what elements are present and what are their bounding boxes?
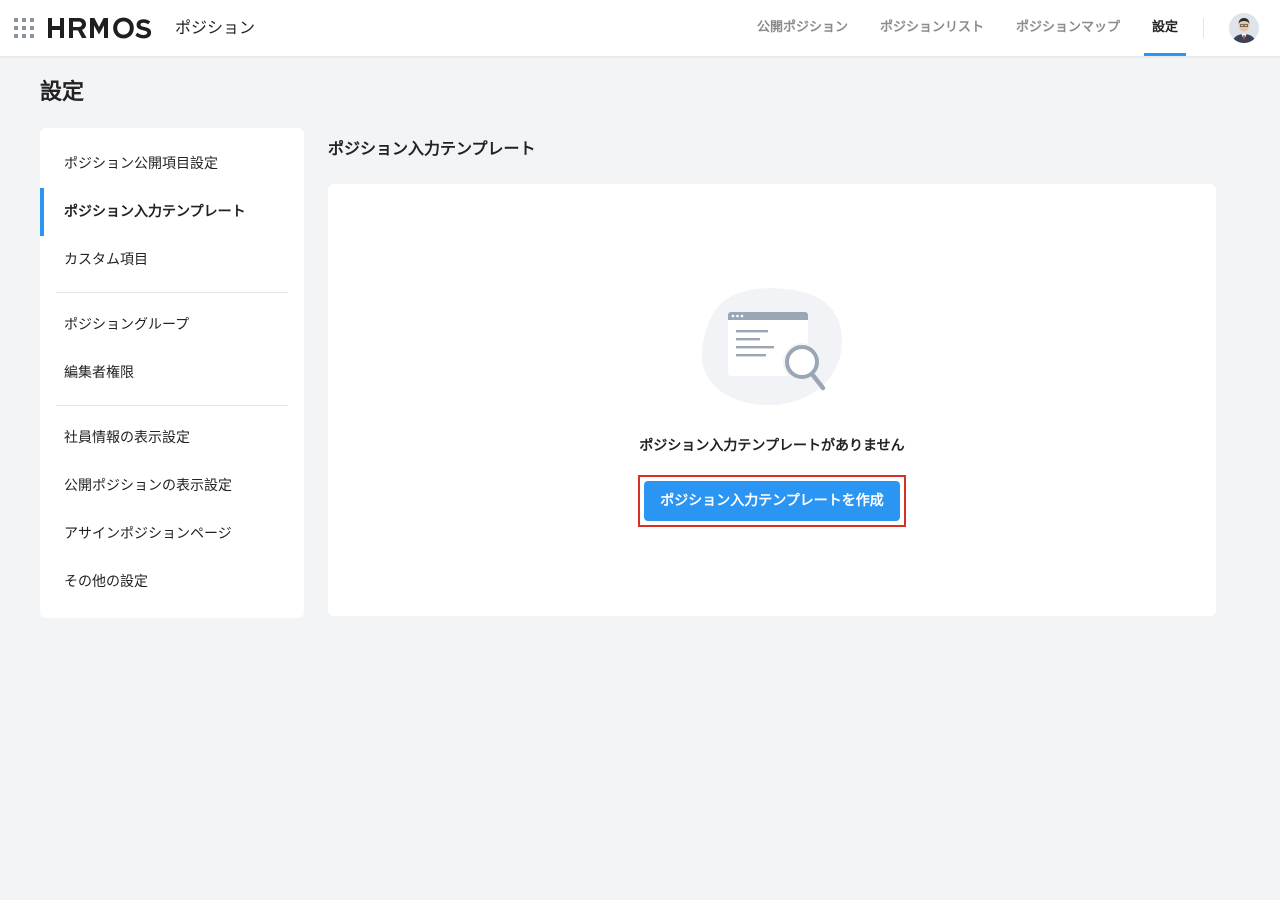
empty-search-icon — [702, 288, 842, 406]
sidebar-item-input-template[interactable]: ポジション入力テンプレート — [40, 188, 304, 236]
nav-divider — [1203, 18, 1204, 38]
nav-public-positions[interactable]: 公開ポジション — [757, 0, 848, 56]
empty-state-card: ポジション入力テンプレートがありません ポジション入力テンプレートを作成 — [328, 184, 1216, 616]
sidebar-item-other-settings[interactable]: その他の設定 — [40, 558, 304, 606]
hrmos-logo[interactable] — [47, 16, 165, 40]
sidebar-item-assign-position-page[interactable]: アサインポジションページ — [40, 510, 304, 558]
empty-state-message: ポジション入力テンプレートがありません — [639, 438, 905, 454]
sidebar-item-custom-fields[interactable]: カスタム項目 — [40, 236, 304, 284]
app-name: ポジション — [175, 18, 256, 37]
settings-sidebar: ポジション公開項目設定 ポジション入力テンプレート カスタム項目 ポジショングル… — [40, 128, 304, 618]
nav-position-list[interactable]: ポジションリスト — [880, 0, 984, 56]
sidebar-item-public-fields[interactable]: ポジション公開項目設定 — [40, 140, 304, 188]
sidebar-item-public-position-display[interactable]: 公開ポジションの表示設定 — [40, 462, 304, 510]
nav-settings[interactable]: 設定 — [1143, 0, 1187, 56]
app-grid-icon[interactable] — [14, 18, 34, 38]
nav-position-map[interactable]: ポジションマップ — [1016, 0, 1120, 56]
sidebar-divider — [56, 292, 288, 293]
sidebar-item-editor-permissions[interactable]: 編集者権限 — [40, 349, 304, 397]
page-title: 設定 — [40, 80, 85, 105]
create-template-button[interactable]: ポジション入力テンプレートを作成 — [644, 481, 900, 521]
sidebar-divider — [56, 405, 288, 406]
main-nav: 公開ポジション ポジションリスト ポジションマップ 設定 — [725, 0, 1187, 56]
section-title: ポジション入力テンプレート — [328, 139, 536, 158]
top-header: ポジション 公開ポジション ポジションリスト ポジションマップ 設定 — [0, 0, 1280, 56]
sidebar-item-position-groups[interactable]: ポジショングループ — [40, 301, 304, 349]
user-avatar[interactable] — [1229, 13, 1259, 43]
sidebar-item-employee-display[interactable]: 社員情報の表示設定 — [40, 414, 304, 462]
